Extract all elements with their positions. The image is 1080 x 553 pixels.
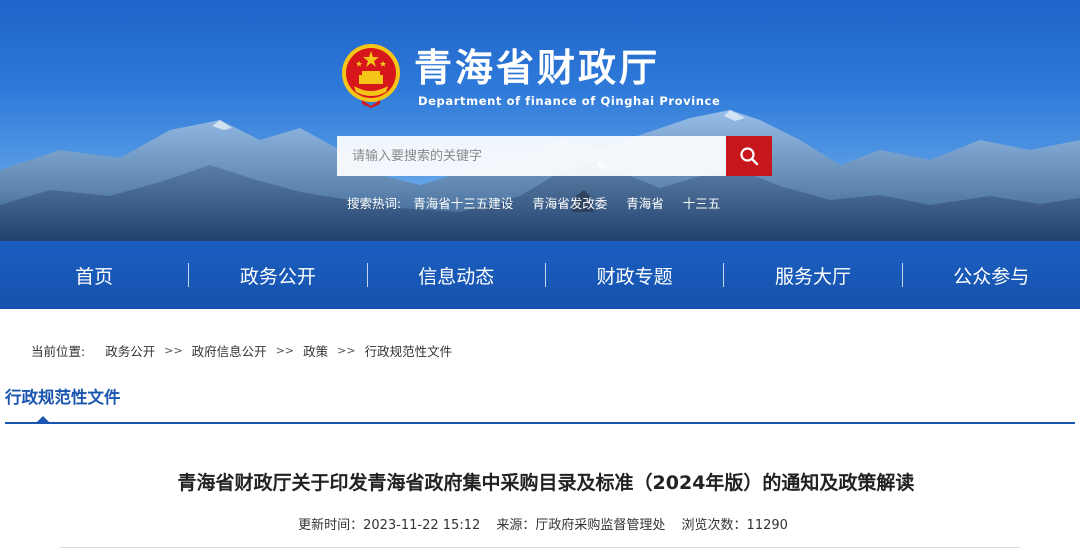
hot-term-link[interactable]: 十三五	[683, 193, 721, 212]
national-emblem-icon	[342, 44, 400, 108]
header-banner: 青海省财政厅 Department of finance of Qinghai …	[0, 0, 1080, 241]
breadcrumb-separator: >>	[275, 343, 295, 357]
nav-item-government-affairs[interactable]: 政务公开	[189, 241, 366, 309]
article-source: 来源：厅政府采购监督管理处	[496, 518, 666, 533]
breadcrumb-link[interactable]: 政策	[303, 341, 328, 360]
nav-item-home[interactable]: 首页	[0, 241, 188, 309]
nav-item-finance-topics[interactable]: 财政专题	[546, 241, 723, 309]
article-divider	[60, 547, 1020, 548]
main-nav: 首页 政务公开 信息动态 财政专题 服务大厅 公众参与	[0, 241, 1080, 309]
hot-search-label: 搜索热词:	[347, 195, 402, 211]
section-title: 行政规范性文件	[5, 388, 121, 407]
article-updated-time: 更新时间：2023-11-22 15:12	[298, 518, 481, 533]
breadcrumb-separator: >>	[164, 343, 183, 357]
breadcrumb-link[interactable]: 政府信息公开	[192, 341, 267, 360]
nav-item-service-hall[interactable]: 服务大厅	[724, 241, 901, 309]
hot-search-terms: 搜索热词: 青海省十三五建设 青海省发改委 青海省 十三五	[347, 193, 739, 211]
site-subtitle: Department of finance of Qinghai Provinc…	[418, 94, 721, 108]
hot-term-link[interactable]: 青海省发改委	[532, 193, 607, 212]
hot-term-link[interactable]: 青海省十三五建设	[413, 193, 513, 212]
site-title: 青海省财政厅	[414, 46, 661, 90]
nav-item-public-participation[interactable]: 公众参与	[903, 241, 1080, 309]
section-arrow-icon	[37, 416, 49, 422]
search-icon	[740, 147, 759, 166]
breadcrumb-link[interactable]: 行政规范性文件	[365, 341, 453, 360]
article-view-count: 浏览次数：11290	[681, 518, 788, 533]
breadcrumb-link[interactable]: 政务公开	[105, 341, 155, 360]
breadcrumb-label: 当前位置:	[31, 343, 86, 359]
breadcrumb-separator: >>	[337, 343, 356, 357]
search-input[interactable]	[337, 136, 726, 176]
section-divider	[5, 422, 1075, 424]
article-title: 青海省财政厅关于印发青海省政府集中采购目录及标准（2024年版）的通知及政策解读	[177, 472, 915, 494]
search-button[interactable]	[726, 136, 772, 176]
breadcrumb: 当前位置: 政务公开 >> 政府信息公开 >> 政策 >> 行政规范性文件	[31, 341, 452, 359]
nav-item-news[interactable]: 信息动态	[368, 241, 545, 309]
hot-term-link[interactable]: 青海省	[626, 193, 664, 212]
article-meta: 更新时间：2023-11-22 15:12 来源：厅政府采购监督管理处 浏览次数…	[0, 514, 1080, 533]
